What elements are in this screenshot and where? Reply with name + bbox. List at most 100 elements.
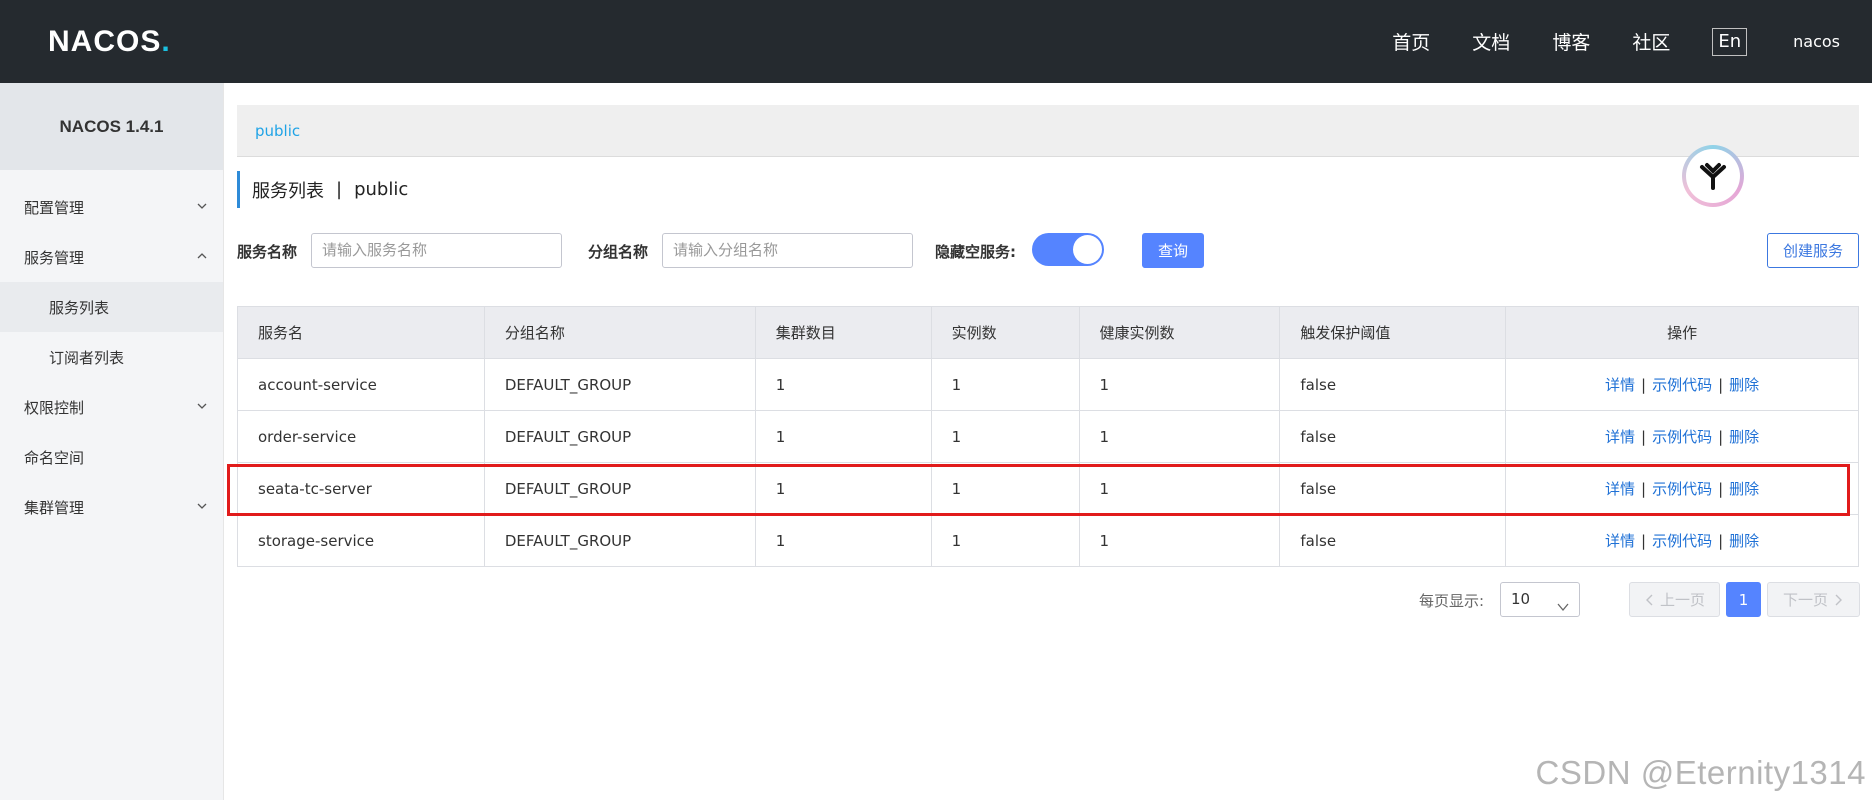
cell-threshold: false	[1279, 358, 1507, 411]
sidebar-item-label: 服务管理	[24, 248, 85, 267]
top-nav: 首页 文档 博客 社区 En nacos	[1392, 0, 1872, 83]
sample-code-link[interactable]: 示例代码	[1652, 532, 1712, 550]
column-header-service-name: 服务名	[237, 306, 485, 359]
sidebar-item-label: 订阅者列表	[49, 348, 125, 367]
cell-healthy: 1	[1079, 358, 1281, 411]
column-header-threshold: 触发保护阈值	[1279, 306, 1507, 359]
table-row: account-service DEFAULT_GROUP 1 1 1 fals…	[237, 358, 1859, 411]
action-separator: |	[1718, 428, 1724, 446]
table-header-row: 服务名 分组名称 集群数目 实例数 健康实例数 触发保护阈值 操作	[237, 306, 1859, 359]
nav-home[interactable]: 首页	[1392, 28, 1430, 55]
sidebar-item-config[interactable]: 配置管理	[0, 182, 223, 232]
service-name-input[interactable]: 请输入服务名称	[311, 233, 562, 268]
table-row-highlighted: seata-tc-server DEFAULT_GROUP 1 1 1 fals…	[237, 462, 1859, 515]
nav-docs[interactable]: 文档	[1472, 28, 1510, 55]
next-page-label: 下一页	[1782, 591, 1828, 609]
page-button-1[interactable]: 1	[1726, 582, 1761, 617]
service-table: 服务名 分组名称 集群数目 实例数 健康实例数 触发保护阈值 操作 accoun…	[237, 306, 1859, 567]
nav-blog[interactable]: 博客	[1552, 28, 1590, 55]
detail-link[interactable]: 详情	[1605, 480, 1635, 498]
service-name-label: 服务名称	[237, 243, 298, 261]
delete-link[interactable]: 删除	[1729, 532, 1759, 550]
cell-group: DEFAULT_GROUP	[484, 358, 756, 411]
sample-code-link[interactable]: 示例代码	[1652, 428, 1712, 446]
nav-community[interactable]: 社区	[1632, 28, 1670, 55]
sidebar-item-label: 集群管理	[24, 498, 85, 517]
cell-instances: 1	[931, 410, 1080, 463]
action-separator: |	[1641, 532, 1647, 550]
detail-link[interactable]: 详情	[1605, 376, 1635, 394]
nacos-logo[interactable]: NA C OS.	[48, 22, 171, 62]
floating-assistant-icon[interactable]	[1682, 145, 1744, 207]
delete-link[interactable]: 删除	[1729, 376, 1759, 394]
page-title-namespace: public	[354, 179, 409, 200]
group-name-label: 分组名称	[588, 243, 649, 261]
cell-clusters: 1	[755, 410, 932, 463]
filter-row: 服务名称 请输入服务名称 分组名称 请输入分组名称 隐藏空服务: 查询 创建服务	[237, 233, 1859, 269]
cell-actions: 详情 | 示例代码 | 删除	[1505, 410, 1859, 463]
create-service-button[interactable]: 创建服务	[1767, 233, 1859, 268]
sidebar-item-cluster[interactable]: 集群管理	[0, 482, 223, 532]
sample-code-link[interactable]: 示例代码	[1652, 480, 1712, 498]
delete-link[interactable]: 删除	[1729, 480, 1759, 498]
sidebar-item-service-list[interactable]: 服务列表	[0, 282, 223, 332]
sidebar-item-subscribers[interactable]: 订阅者列表	[0, 332, 223, 382]
cell-service-name: storage-service	[237, 514, 485, 567]
cell-clusters: 1	[755, 462, 932, 515]
sidebar-item-namespace[interactable]: 命名空间	[0, 432, 223, 482]
page-size-value: 10	[1511, 590, 1531, 608]
prev-page-button[interactable]: 上一页	[1629, 582, 1720, 617]
cell-group: DEFAULT_GROUP	[484, 462, 756, 515]
sidebar-item-label: 配置管理	[24, 198, 85, 217]
version-label: NACOS 1.4.1	[0, 83, 223, 170]
page-size-label: 每页显示:	[1419, 592, 1485, 610]
column-header-group: 分组名称	[484, 306, 756, 359]
table-row: order-service DEFAULT_GROUP 1 1 1 false …	[237, 410, 1859, 463]
logo-text-a: NA	[48, 25, 94, 58]
cell-healthy: 1	[1079, 514, 1281, 567]
logo-text-b: C	[93, 25, 117, 58]
language-switch[interactable]: En	[1712, 27, 1748, 56]
action-separator: |	[1718, 532, 1724, 550]
cell-clusters: 1	[755, 514, 932, 567]
assistant-logo-icon	[1700, 163, 1726, 190]
page-title-text: 服务列表	[252, 180, 324, 202]
cell-instances: 1	[931, 358, 1080, 411]
action-separator: |	[1641, 428, 1647, 446]
action-separator: |	[1641, 480, 1647, 498]
chevron-down-icon	[195, 499, 209, 513]
toggle-knob	[1073, 235, 1102, 264]
cell-service-name: order-service	[237, 410, 485, 463]
page-title: 服务列表 | public	[237, 171, 408, 208]
hide-empty-label: 隐藏空服务:	[935, 243, 1016, 261]
hide-empty-toggle[interactable]	[1032, 233, 1104, 266]
cell-threshold: false	[1279, 462, 1507, 515]
namespace-link-public[interactable]: public	[255, 122, 300, 140]
group-name-input[interactable]: 请输入分组名称	[662, 233, 913, 268]
pagination: 每页显示: 10 上一页 1 下一页	[224, 582, 1872, 618]
cell-healthy: 1	[1079, 462, 1281, 515]
action-separator: |	[1718, 480, 1724, 498]
page-size-select[interactable]: 10	[1500, 582, 1580, 617]
logo-text-c: OS	[116, 25, 162, 58]
cell-actions: 详情 | 示例代码 | 删除	[1505, 358, 1859, 411]
query-button[interactable]: 查询	[1142, 233, 1204, 268]
action-separator: |	[1718, 376, 1724, 394]
main-content: public 服务列表 | public 服务名称 请输入服务名称 分组名称 请…	[224, 83, 1872, 800]
detail-link[interactable]: 详情	[1605, 532, 1635, 550]
chevron-down-icon	[195, 199, 209, 213]
sidebar-item-label: 服务列表	[49, 298, 110, 317]
detail-link[interactable]: 详情	[1605, 428, 1635, 446]
sidebar-item-auth[interactable]: 权限控制	[0, 382, 223, 432]
next-page-button[interactable]: 下一页	[1767, 582, 1860, 617]
table-row: storage-service DEFAULT_GROUP 1 1 1 fals…	[237, 514, 1859, 567]
chevron-up-icon	[195, 249, 209, 263]
logo-dot: .	[161, 25, 171, 58]
sample-code-link[interactable]: 示例代码	[1652, 376, 1712, 394]
column-header-healthy: 健康实例数	[1079, 306, 1281, 359]
cell-instances: 1	[931, 514, 1080, 567]
user-menu[interactable]: nacos	[1793, 32, 1840, 51]
sidebar-item-service-mgmt[interactable]: 服务管理	[0, 232, 223, 282]
cell-instances: 1	[931, 462, 1080, 515]
delete-link[interactable]: 删除	[1729, 428, 1759, 446]
